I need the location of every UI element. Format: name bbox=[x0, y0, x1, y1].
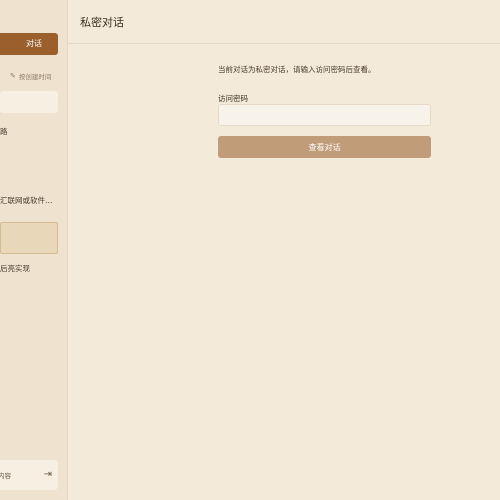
exit-icon[interactable]: ⇥ bbox=[44, 470, 52, 480]
conversation-item[interactable]: 后亮实现 bbox=[0, 263, 58, 274]
password-label: 访问密码 bbox=[218, 94, 248, 103]
sidebar: 对话 ✎ 按创建时间 路 汇联网或软件… 后亮实现 内容 ⇥ bbox=[0, 0, 68, 500]
password-input[interactable] bbox=[218, 104, 431, 126]
page-title: 私密对话 bbox=[80, 16, 124, 29]
sort-label: 按创建时间 bbox=[18, 73, 52, 81]
sidebar-footer: 内容 ⇥ bbox=[0, 460, 58, 490]
header: 私密对话 bbox=[68, 0, 500, 44]
conversation-item-selected[interactable] bbox=[0, 222, 58, 254]
sort-by-created-button[interactable]: ✎ 按创建时间 bbox=[10, 71, 62, 81]
pencil-icon: ✎ bbox=[10, 72, 16, 80]
private-notice: 当前对话为私密对话，请输入访问密码后查看。 bbox=[218, 65, 376, 74]
new-chat-button[interactable]: 对话 bbox=[0, 33, 58, 55]
view-conversation-button[interactable]: 查看对话 bbox=[218, 136, 431, 158]
footer-label: 内容 bbox=[0, 472, 11, 480]
main-panel: 私密对话 当前对话为私密对话，请输入访问密码后查看。 访问密码 查看对话 bbox=[68, 0, 500, 500]
conversation-item[interactable]: 路 bbox=[0, 126, 58, 137]
conversation-item[interactable]: 汇联网或软件… bbox=[0, 195, 58, 206]
sidebar-search-input[interactable] bbox=[0, 91, 58, 113]
